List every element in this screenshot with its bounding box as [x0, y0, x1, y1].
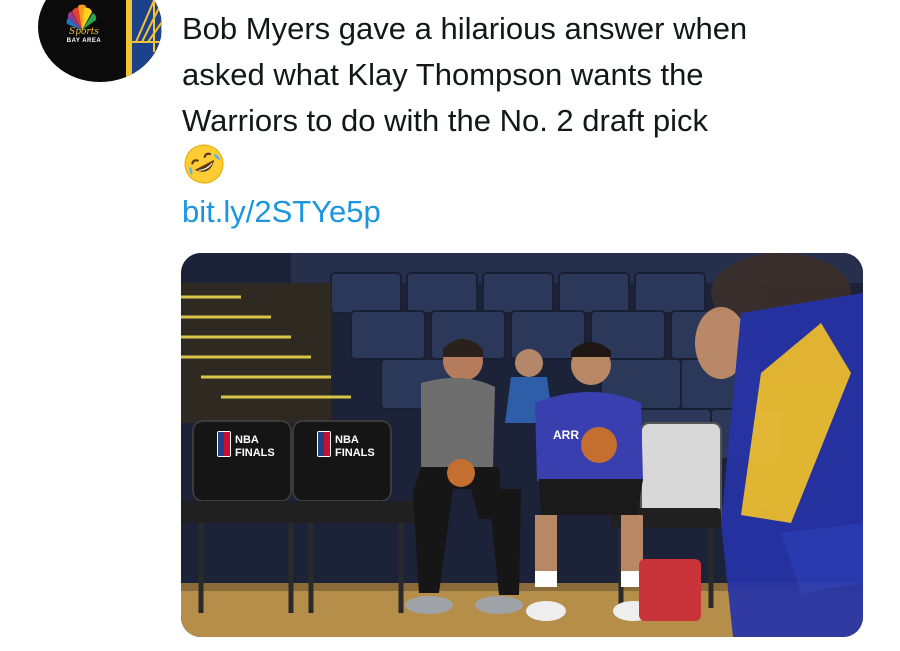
chair-label-line2: FINALS: [335, 447, 375, 459]
chair-label-line1: NBA: [335, 434, 359, 446]
warriors-bridge-icon: [132, 0, 162, 82]
red-cooler: [639, 559, 701, 621]
tweet-text-line: Bob Myers gave a hilarious answer when: [182, 11, 748, 46]
tweet-text-line: asked what Klay Thompson wants the: [182, 57, 704, 92]
tweet-text-line: Warriors to do with the No. 2 draft pick: [182, 103, 709, 138]
tweet-photo[interactable]: NBA FINALS NBA FINALS ARR: [181, 253, 863, 637]
chair-label-line2: FINALS: [235, 447, 275, 459]
avatar-logo-text: Sports: [69, 27, 99, 37]
chair-label-line1: NBA: [235, 434, 259, 446]
avatar-logo-subtext: BAY AREA: [66, 38, 102, 44]
tweet-text: Bob Myers gave a hilarious answer when a…: [182, 6, 872, 144]
rolling-on-floor-laughing-icon: [184, 144, 224, 184]
profile-avatar[interactable]: Sports BAY AREA: [38, 0, 162, 82]
tweet-link[interactable]: bit.ly/2STYe5p: [182, 192, 381, 232]
shirt-text: ARR: [553, 428, 579, 442]
tweet-photo-scene: NBA FINALS NBA FINALS ARR: [181, 253, 863, 637]
